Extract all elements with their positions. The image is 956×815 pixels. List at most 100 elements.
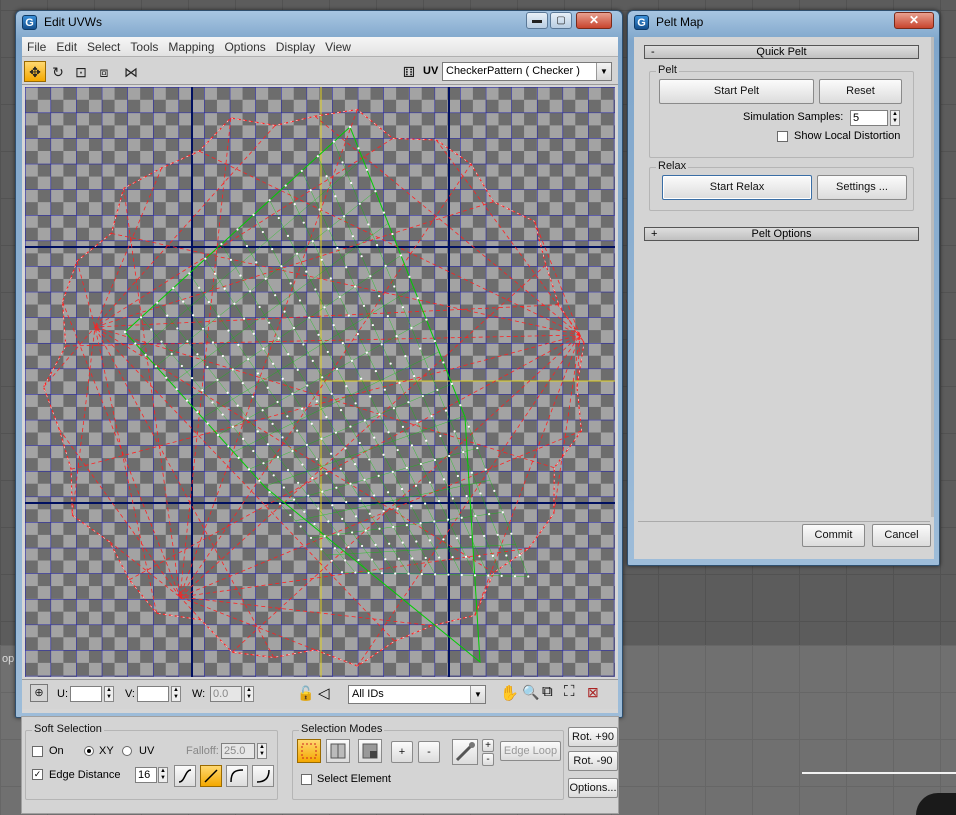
zoom-icon[interactable]: 🔍 (522, 684, 539, 701)
move-tool-icon[interactable]: ✥ (24, 61, 46, 82)
rotate-tool-icon[interactable]: ↻ (47, 61, 69, 82)
close-button[interactable]: ✕ (576, 12, 612, 29)
rotate-plus-90-button[interactable]: Rot. +90 (568, 727, 618, 747)
mesh-vertex (191, 314, 195, 317)
start-pelt-button[interactable]: Start Pelt (659, 79, 814, 104)
paint-plus-button[interactable]: + (482, 739, 494, 752)
mesh-vertex (251, 395, 254, 398)
mesh-vertex (321, 490, 324, 493)
grow-selection-button[interactable]: + (391, 741, 413, 763)
xy-radio[interactable] (84, 746, 94, 756)
simulation-samples-field[interactable]: 5 (850, 110, 888, 126)
mesh-vertex (371, 323, 374, 327)
cancel-button[interactable]: Cancel (872, 524, 931, 547)
filter-icon[interactable]: ⊠ (587, 684, 599, 701)
pelt-options-rollout[interactable]: + Pelt Options (644, 227, 919, 241)
mirror-tool-icon[interactable]: ⋈ (120, 61, 142, 82)
mesh-vertex (343, 215, 346, 218)
menu-select[interactable]: Select (82, 37, 125, 57)
menu-file[interactable]: File (22, 37, 51, 57)
reset-button[interactable]: Reset (819, 79, 902, 104)
commit-button[interactable]: Commit (802, 524, 865, 547)
soft-selection-on-checkbox[interactable] (32, 746, 43, 757)
edge-loop-button[interactable]: Edge Loop (500, 741, 561, 761)
quick-pelt-rollout[interactable]: - Quick Pelt (644, 45, 919, 59)
mesh-vertex (375, 244, 379, 247)
v-label: V: (125, 688, 135, 700)
mesh-vertex (206, 365, 209, 369)
menu-bar: File Edit Select Tools Mapping Options Display… (22, 37, 618, 57)
mesh-vertex (365, 168, 369, 171)
settings-button[interactable]: Settings ... (817, 175, 907, 200)
rotate-minus-90-button[interactable]: Rot. -90 (568, 751, 618, 771)
menu-options[interactable]: Options (219, 37, 270, 57)
menu-display[interactable]: Display (271, 37, 320, 57)
uv-radio[interactable] (122, 746, 132, 756)
shrink-selection-button[interactable]: - (418, 741, 440, 763)
edge-mode-icon[interactable] (326, 739, 350, 763)
vertex-mode-icon[interactable] (297, 739, 321, 763)
mesh-vertex (369, 275, 372, 278)
v-field[interactable] (137, 686, 169, 702)
mesh-vertex (271, 248, 274, 251)
mesh-vertex (405, 466, 408, 470)
edge-distance-spinner[interactable]: ▲ ▼ (158, 767, 168, 783)
mesh-vertex (266, 443, 270, 446)
pelt-close-button[interactable]: ✕ (894, 12, 934, 29)
pan-icon[interactable]: ✋ (500, 684, 519, 702)
falloff-spinner[interactable]: ▲ ▼ (257, 743, 267, 759)
paint-minus-button[interactable]: - (482, 753, 494, 766)
mesh-vertex (207, 300, 210, 304)
uv-viewport[interactable] (25, 87, 615, 677)
lock-selection-icon[interactable]: ⊕ (30, 684, 48, 702)
texture-combo[interactable]: CheckerPattern ( Checker ) ▼ (442, 62, 612, 81)
paint-select-icon[interactable] (452, 739, 478, 765)
scale-tool-icon[interactable]: ⊡ (70, 61, 92, 82)
ids-combo[interactable]: All IDs ▼ (348, 685, 486, 704)
falloff-smooth-icon[interactable] (174, 765, 196, 787)
mesh-vertex (261, 230, 264, 234)
pelt-scroll-track[interactable] (931, 37, 934, 517)
mesh-vertex (281, 436, 284, 439)
mesh-vertex (358, 202, 361, 205)
mesh-vertex (462, 450, 465, 454)
falloff-field[interactable]: 25.0 (221, 743, 255, 759)
mesh-vertex (139, 316, 143, 319)
menu-tools[interactable]: Tools (125, 37, 163, 57)
w-field[interactable]: 0.0 (210, 686, 242, 702)
pelt-map-titlebar[interactable]: G Pelt Map (628, 11, 939, 33)
menu-edit[interactable]: Edit (51, 37, 82, 57)
options-button[interactable]: Options... (568, 778, 618, 798)
uv-radio-label: UV (139, 745, 155, 757)
menu-mapping[interactable]: Mapping (163, 37, 219, 57)
falloff-linear-icon[interactable] (200, 765, 222, 787)
falloff-fast-out-icon[interactable] (252, 765, 274, 787)
zoom-region-icon[interactable]: ⧉ (542, 683, 553, 700)
zoom-extents-icon[interactable]: ⛶ (564, 683, 575, 700)
edge-distance-field[interactable]: 16 (135, 767, 157, 783)
freeform-tool-icon[interactable]: ⧈ (93, 61, 115, 82)
w-spinner[interactable]: ▲ ▼ (244, 686, 254, 702)
simulation-samples-spinner[interactable]: ▲ ▼ (890, 110, 900, 126)
chevron-down-icon: ▼ (470, 686, 485, 703)
menu-view[interactable]: View (320, 37, 356, 57)
maximize-button[interactable]: ▢ (550, 12, 572, 29)
face-mode-icon[interactable] (358, 739, 382, 763)
select-element-checkbox[interactable] (301, 774, 312, 785)
mesh-vertex (185, 399, 189, 402)
u-spinner[interactable]: ▲ ▼ (104, 686, 114, 702)
start-relax-button[interactable]: Start Relax (662, 175, 812, 200)
checker-map-icon[interactable]: ⚅ (398, 61, 420, 82)
xy-label: XY (99, 745, 114, 757)
mesh-vertex (258, 479, 261, 482)
show-local-distortion-checkbox[interactable] (777, 131, 788, 142)
mesh-vertex (332, 324, 335, 327)
falloff-slow-out-icon[interactable] (226, 765, 248, 787)
lock-icon[interactable]: 🔓 (297, 685, 314, 702)
minimize-button[interactable]: ▬ (526, 12, 548, 29)
rollout-expand-icon: + (651, 228, 658, 240)
edge-distance-checkbox[interactable]: ✓ (32, 769, 43, 780)
u-field[interactable] (70, 686, 102, 702)
v-spinner[interactable]: ▲ ▼ (171, 686, 181, 702)
snap-icon[interactable]: ◁ (318, 684, 330, 702)
